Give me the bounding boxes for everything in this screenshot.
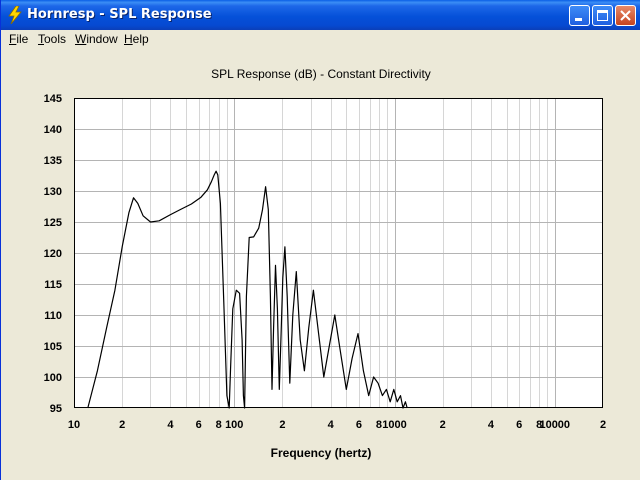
x-tick-label: 6 xyxy=(196,419,202,431)
x-tick-label: 4 xyxy=(488,419,495,431)
menu-tools[interactable]: Tools xyxy=(38,32,66,46)
window-title: Hornresp - SPL Response xyxy=(27,7,212,22)
menu-help-accel: H xyxy=(124,32,133,46)
x-tick-label: 10 xyxy=(68,419,80,431)
menu-window-rest: indow xyxy=(86,32,118,46)
y-tick-label: 95 xyxy=(50,403,62,415)
y-tick-label: 135 xyxy=(44,155,62,167)
x-tick-label: 6 xyxy=(516,419,522,431)
minimize-icon xyxy=(575,18,582,21)
menu-help-rest: elp xyxy=(132,32,149,46)
spl-chart: 1451401351301251201151101051009510 2 4 6 8 10… xyxy=(44,93,606,431)
y-tick-label: 130 xyxy=(44,186,62,198)
menu-window-accel: W xyxy=(75,32,87,46)
maximize-icon xyxy=(597,10,608,21)
menu-file[interactable]: File xyxy=(9,32,28,46)
menu-tools-rest: ools xyxy=(44,32,67,46)
menu-bar: File Tools Window Help xyxy=(1,30,640,48)
y-tick-label: 105 xyxy=(44,341,62,353)
x-tick-label: 2 xyxy=(440,419,446,431)
lightning-icon xyxy=(8,6,22,24)
y-tick-label: 100 xyxy=(44,372,62,384)
x-tick-label: 2 xyxy=(119,419,125,431)
x-tick-label: 100 xyxy=(225,419,243,431)
x-tick-label: 2 xyxy=(600,419,606,431)
menu-file-rest: ile xyxy=(16,32,29,46)
x-tick-label: 4 xyxy=(328,419,335,431)
x-tick-label: 2 xyxy=(279,419,285,431)
app-window: Hornresp - SPL Response File Tools Windo… xyxy=(0,0,640,480)
x-tick-label: 4 xyxy=(167,419,174,431)
y-tick-label: 145 xyxy=(44,93,62,105)
minimize-button[interactable] xyxy=(569,5,590,26)
maximize-button[interactable] xyxy=(592,5,613,26)
x-tick-label: 8 xyxy=(376,419,382,431)
close-icon xyxy=(620,10,631,21)
menu-help[interactable]: Help xyxy=(124,32,149,46)
y-tick-label: 120 xyxy=(44,248,62,260)
x-axis-label: Frequency (hertz) xyxy=(270,446,372,460)
x-tick-label: 1000 xyxy=(382,419,406,431)
title-bar[interactable]: Hornresp - SPL Response xyxy=(1,0,640,30)
y-tick-label: 140 xyxy=(44,124,62,136)
y-tick-label: 110 xyxy=(44,310,62,322)
close-button[interactable] xyxy=(615,5,636,26)
y-tick-label: 115 xyxy=(44,279,62,291)
x-tick-label: 8 xyxy=(216,419,222,431)
y-tick-label: 125 xyxy=(44,217,62,229)
x-tick-label: 6 xyxy=(356,419,362,431)
chart-area: SPL Response (dB) - Constant Directivity… xyxy=(1,48,640,480)
x-tick-label: 10000 xyxy=(539,419,570,431)
menu-window[interactable]: Window xyxy=(75,32,118,46)
